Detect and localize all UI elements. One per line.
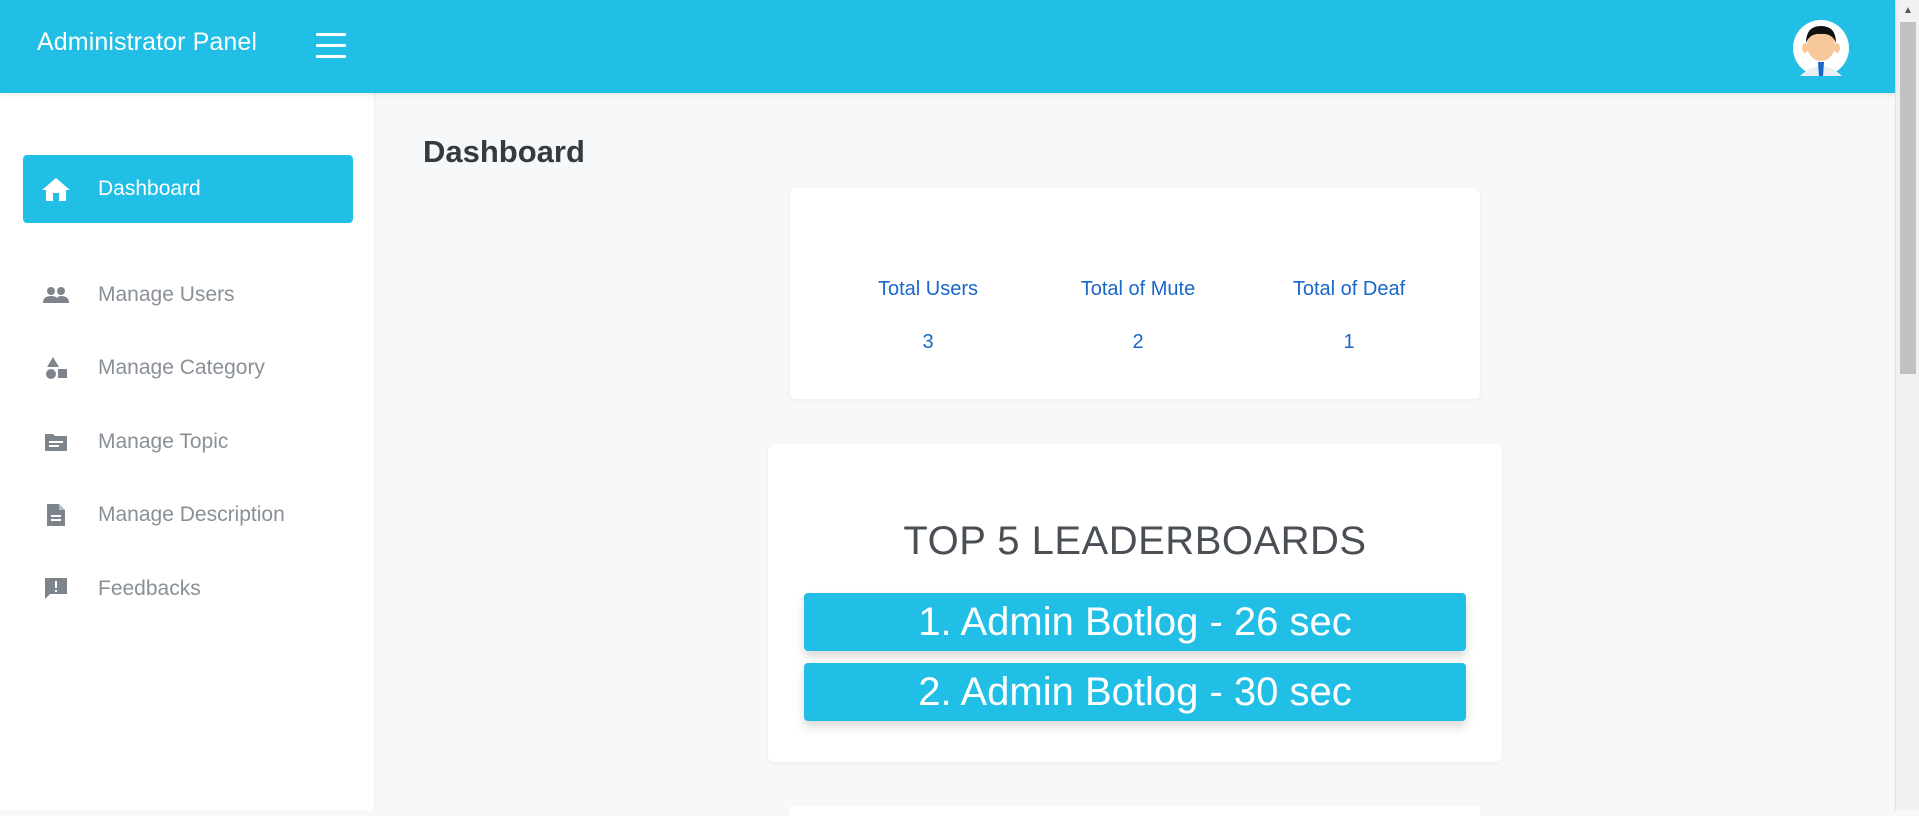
sidebar-item-manage-users[interactable]: Manage Users bbox=[23, 261, 353, 329]
stat-label: Total of Deaf bbox=[1292, 278, 1406, 300]
sidebar-item-manage-description[interactable]: Manage Description bbox=[23, 481, 353, 549]
folder-icon bbox=[41, 427, 71, 457]
main-content: Dashboard Total Users 3 Total of Mute 2 … bbox=[376, 93, 1895, 816]
sidebar-item-manage-topic[interactable]: Manage Topic bbox=[23, 408, 353, 476]
stats-card: Total Users 3 Total of Mute 2 Total of D… bbox=[790, 188, 1480, 399]
sidebar: Dashboard Manage Users Manage Category M… bbox=[0, 93, 375, 810]
top-navbar: Administrator Panel bbox=[0, 0, 1895, 93]
stat-total-deaf: Total of Deaf 1 bbox=[1284, 278, 1414, 354]
stat-total-mute: Total of Mute 2 bbox=[1068, 278, 1208, 354]
leaderboard-entry: 2. Admin Botlog - 30 sec bbox=[804, 663, 1466, 721]
page-title: Dashboard bbox=[423, 134, 585, 169]
stat-total-users: Total Users 3 bbox=[863, 278, 993, 354]
sidebar-item-label: Manage Users bbox=[98, 283, 235, 306]
feedback-icon bbox=[41, 574, 71, 604]
stat-value: 1 bbox=[1343, 331, 1355, 353]
sidebar-item-label: Manage Topic bbox=[98, 430, 229, 453]
stat-label: Total Users bbox=[877, 278, 979, 300]
shapes-icon bbox=[41, 353, 71, 383]
sidebar-item-dashboard[interactable]: Dashboard bbox=[23, 155, 353, 223]
sidebar-item-label: Feedbacks bbox=[98, 577, 201, 600]
leaderboard-entry: 1. Admin Botlog - 26 sec bbox=[804, 593, 1466, 651]
scroll-up-icon[interactable]: ▲ bbox=[1896, 4, 1919, 18]
sidebar-item-feedbacks[interactable]: Feedbacks bbox=[23, 555, 353, 623]
sidebar-item-manage-category[interactable]: Manage Category bbox=[23, 334, 353, 402]
leaderboard-card: TOP 5 LEADERBOARDS 1. Admin Botlog - 26 … bbox=[768, 444, 1502, 762]
page-scrollbar[interactable]: ▲ bbox=[1895, 0, 1919, 810]
user-avatar-icon[interactable] bbox=[1792, 18, 1850, 78]
stat-value: 2 bbox=[1132, 331, 1144, 353]
stat-value: 3 bbox=[922, 331, 934, 353]
sidebar-item-label: Manage Description bbox=[98, 503, 285, 526]
scrollbar-thumb[interactable] bbox=[1900, 22, 1916, 374]
hamburger-icon[interactable] bbox=[316, 33, 346, 58]
sidebar-item-label: Manage Category bbox=[98, 356, 265, 379]
stat-label: Total of Mute bbox=[1080, 278, 1196, 300]
home-icon bbox=[41, 174, 71, 204]
app-title[interactable]: Administrator Panel bbox=[37, 28, 257, 57]
sidebar-item-label: Dashboard bbox=[98, 177, 201, 200]
next-card-edge bbox=[790, 806, 1480, 816]
leaderboard-title: TOP 5 LEADERBOARDS bbox=[903, 519, 1367, 563]
document-icon bbox=[41, 500, 71, 530]
users-icon bbox=[41, 280, 71, 310]
